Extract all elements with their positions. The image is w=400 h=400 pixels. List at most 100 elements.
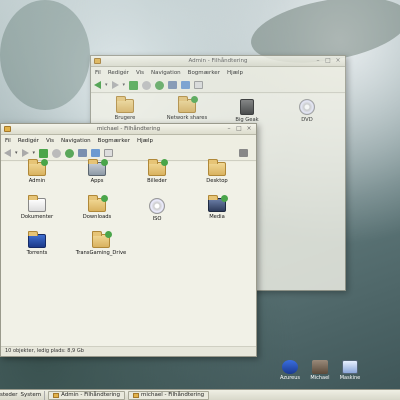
menu-help[interactable]: Hjælp bbox=[137, 138, 153, 144]
file-item[interactable]: Big Geak bbox=[221, 99, 273, 123]
media-icon bbox=[208, 195, 228, 212]
folder-icon bbox=[4, 126, 11, 132]
status-bar: 10 objekter, ledig plads: 8,9 Gb bbox=[1, 346, 256, 356]
up-arrow-icon[interactable] bbox=[39, 148, 49, 158]
computer-icon[interactable] bbox=[78, 149, 88, 157]
file-item[interactable]: Media bbox=[191, 195, 243, 220]
file-item[interactable]: Admin bbox=[11, 159, 63, 184]
file-item[interactable]: Torrents bbox=[11, 231, 63, 256]
disc-image-icon bbox=[149, 198, 165, 214]
menu-bookmarks[interactable]: Bogmærker bbox=[98, 138, 130, 144]
home-icon bbox=[312, 360, 328, 374]
pictures-folder-icon bbox=[148, 159, 168, 176]
file-item[interactable]: TransGaming_Drive bbox=[71, 231, 131, 256]
folder-icon bbox=[133, 392, 140, 398]
reload-icon[interactable] bbox=[155, 80, 165, 90]
file-label: Downloads bbox=[82, 214, 112, 220]
menu-file[interactable]: Fil bbox=[5, 138, 11, 144]
michael-file-view[interactable]: Admin Apps Billeder Desktop Dokumenter D… bbox=[1, 159, 256, 346]
minimize-button[interactable]: – bbox=[314, 57, 322, 65]
chevron-down-icon[interactable]: ▾ bbox=[105, 82, 108, 88]
applications-icon bbox=[88, 159, 108, 176]
downloads-folder-icon bbox=[88, 195, 108, 212]
file-label: Network shares bbox=[166, 115, 208, 121]
documents-icon bbox=[28, 195, 46, 212]
close-button[interactable]: × bbox=[245, 125, 253, 133]
broom-icon[interactable] bbox=[239, 149, 248, 157]
folder-icon bbox=[28, 159, 48, 176]
back-arrow-icon[interactable] bbox=[94, 81, 101, 89]
file-item[interactable]: ISO bbox=[131, 198, 183, 222]
background-foliage bbox=[0, 0, 90, 110]
taskbar-button-admin[interactable]: Admin - Filhåndtering bbox=[48, 390, 126, 400]
bottom-panel: steder System Admin - Filhåndtering mich… bbox=[0, 389, 400, 400]
file-item[interactable]: Network shares bbox=[161, 96, 213, 121]
menu-edit[interactable]: Redigér bbox=[18, 138, 39, 144]
copy-icon[interactable] bbox=[194, 81, 204, 89]
folder-icon bbox=[116, 96, 134, 113]
michael-file-manager-window[interactable]: michael - Filhåndtering – □ × Fil Redigé… bbox=[0, 123, 257, 357]
torrents-icon bbox=[28, 231, 46, 248]
desktop-icon-azureus[interactable]: Azureus bbox=[276, 360, 304, 381]
dvd-drive-icon bbox=[299, 99, 315, 115]
menu-navigation[interactable]: Navigation bbox=[61, 138, 91, 144]
stop-icon[interactable] bbox=[142, 80, 152, 90]
menu-bookmarks[interactable]: Bogmærker bbox=[188, 70, 220, 76]
reload-icon[interactable] bbox=[65, 148, 75, 158]
up-arrow-icon[interactable] bbox=[129, 80, 139, 90]
menu-file[interactable]: Fil bbox=[95, 70, 101, 76]
window-title: michael - Filhåndtering bbox=[96, 126, 161, 132]
home-icon[interactable] bbox=[181, 81, 191, 89]
menu-help[interactable]: Hjælp bbox=[227, 70, 243, 76]
chevron-down-icon[interactable]: ▾ bbox=[123, 82, 126, 88]
folder-network-icon bbox=[178, 96, 198, 113]
taskbar-label: Admin - Filhåndtering bbox=[61, 392, 121, 398]
file-item[interactable]: Dokumenter bbox=[11, 195, 63, 220]
menu-places[interactable]: steder bbox=[0, 392, 18, 398]
michael-toolbar: ▾ ▾ bbox=[1, 146, 256, 161]
file-label: Admin bbox=[28, 178, 46, 184]
file-item[interactable]: DVD bbox=[281, 99, 333, 123]
file-label: Torrents bbox=[26, 250, 48, 256]
forward-arrow-icon[interactable] bbox=[21, 149, 29, 157]
file-label: Billeder bbox=[147, 178, 167, 184]
panel-separator bbox=[44, 390, 46, 400]
forward-arrow-icon[interactable] bbox=[111, 81, 119, 89]
menu-navigation[interactable]: Navigation bbox=[151, 70, 181, 76]
back-arrow-icon[interactable] bbox=[4, 149, 11, 157]
file-item[interactable]: Billeder bbox=[131, 159, 183, 184]
taskbar-label: michael - Filhåndtering bbox=[141, 392, 205, 398]
file-item[interactable]: Downloads bbox=[71, 195, 123, 220]
menu-edit[interactable]: Redigér bbox=[108, 70, 129, 76]
desktop-icon-michael[interactable]: Michael bbox=[306, 360, 334, 381]
file-label: Apps bbox=[90, 178, 104, 184]
file-item[interactable]: Brugere bbox=[99, 96, 151, 121]
minimize-button[interactable]: – bbox=[225, 125, 233, 133]
menu-view[interactable]: Vis bbox=[46, 138, 54, 144]
file-label: ISO bbox=[152, 216, 162, 222]
computer-icon[interactable] bbox=[168, 81, 178, 89]
file-item[interactable]: Apps bbox=[71, 159, 123, 184]
window-title: Admin - Filhåndtering bbox=[188, 58, 248, 64]
file-label: Media bbox=[209, 214, 225, 220]
chevron-down-icon[interactable]: ▾ bbox=[33, 150, 36, 156]
copy-icon[interactable] bbox=[104, 149, 114, 157]
home-icon[interactable] bbox=[91, 149, 101, 157]
desktop-icon-label: Maskine bbox=[339, 375, 361, 381]
folder-icon bbox=[94, 58, 101, 64]
menu-system[interactable]: System bbox=[21, 392, 42, 398]
menu-view[interactable]: Vis bbox=[136, 70, 144, 76]
file-item[interactable]: Desktop bbox=[191, 159, 243, 184]
admin-titlebar[interactable]: Admin - Filhåndtering – □ × bbox=[91, 56, 345, 67]
chevron-down-icon[interactable]: ▾ bbox=[15, 150, 18, 156]
desktop-folder-icon bbox=[208, 159, 226, 176]
michael-titlebar[interactable]: michael - Filhåndtering – □ × bbox=[1, 124, 256, 135]
maximize-button[interactable]: □ bbox=[235, 125, 243, 133]
maximize-button[interactable]: □ bbox=[324, 57, 332, 65]
stop-icon[interactable] bbox=[52, 148, 62, 158]
desktop-icon-maskine[interactable]: Maskine bbox=[336, 360, 364, 381]
taskbar-button-michael[interactable]: michael - Filhåndtering bbox=[128, 390, 210, 400]
desktop-icon-label: Michael bbox=[310, 375, 330, 381]
file-label: Brugere bbox=[114, 115, 136, 121]
close-button[interactable]: × bbox=[334, 57, 342, 65]
